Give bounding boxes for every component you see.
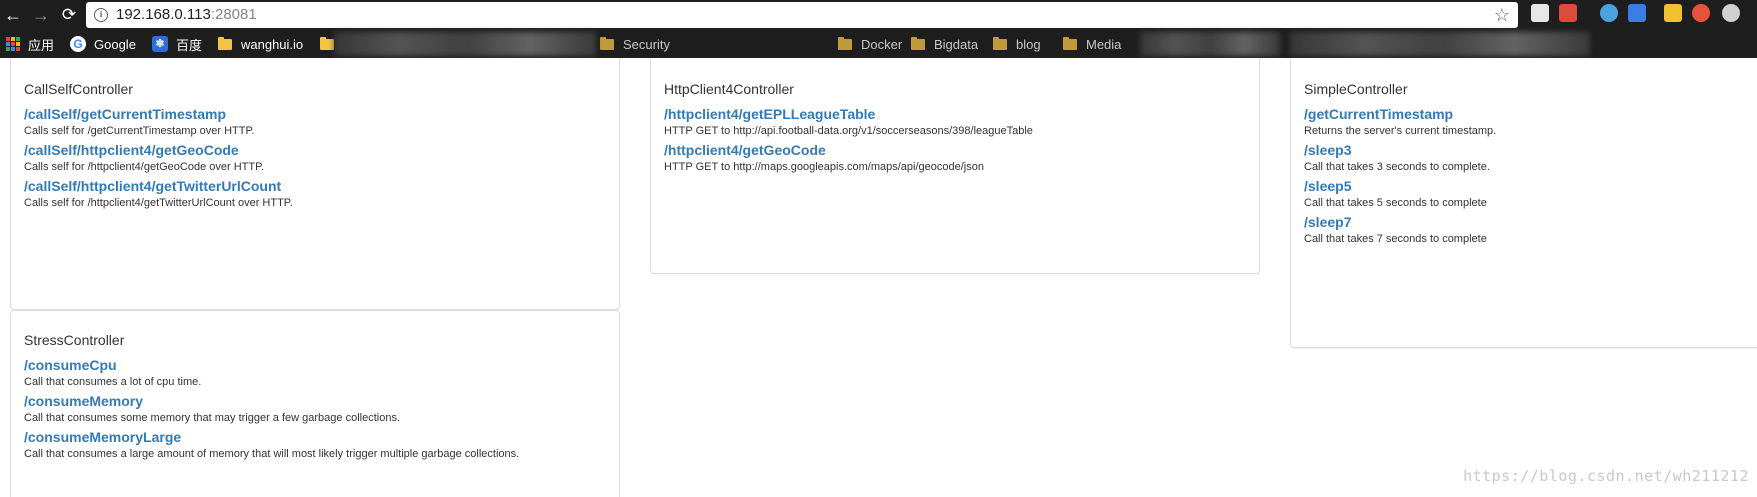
- endpoint-description: HTTP GET to http://api.football-data.org…: [664, 125, 1033, 137]
- redacted-bookmarks: [1290, 32, 1590, 56]
- folder-icon: [993, 36, 1007, 50]
- endpoint-description: Call that takes 5 seconds to complete: [1304, 197, 1487, 209]
- info-icon[interactable]: i: [94, 8, 108, 22]
- bookmark-google[interactable]: G Google: [70, 35, 136, 53]
- endpoint-list: /consumeCpu Call that consumes a lot of …: [24, 357, 519, 465]
- endpoint-description: Call that consumes some memory that may …: [24, 412, 400, 424]
- bookmark-bigdata[interactable]: Bigdata: [911, 35, 978, 53]
- endpoint-description: Call that consumes a large amount of mem…: [24, 448, 520, 460]
- endpoint-link[interactable]: /callSelf/httpclient4/getGeoCode: [24, 142, 293, 159]
- endpoint-link[interactable]: /consumeCpu: [24, 357, 519, 374]
- endpoint-description: HTTP GET to http://maps.googleapis.com/m…: [664, 161, 984, 173]
- endpoint-link[interactable]: /consumeMemoryLarge: [24, 429, 519, 446]
- endpoint-link[interactable]: /callSelf/getCurrentTimestamp: [24, 106, 293, 123]
- browser-toolbar: ← → ⟳ i 192.168.0.113:28081 ☆: [0, 0, 1757, 30]
- endpoint-description: Call that takes 3 seconds to complete.: [1304, 161, 1490, 173]
- bookmark-label: Media: [1086, 36, 1122, 52]
- endpoint-link[interactable]: /getCurrentTimestamp: [1304, 106, 1496, 123]
- apps-icon: [6, 37, 20, 51]
- infinity-icon[interactable]: [1692, 4, 1710, 22]
- folder-icon: [911, 36, 925, 50]
- bookmark-label: wanghui.io: [241, 36, 304, 52]
- address-bar[interactable]: i 192.168.0.113:28081 ☆: [86, 2, 1518, 28]
- endpoint-description: Call that consumes a lot of cpu time.: [24, 376, 202, 388]
- forward-arrow-icon[interactable]: →: [30, 3, 52, 27]
- url-port: :28081: [210, 6, 257, 23]
- endpoint-link[interactable]: /callSelf/httpclient4/getTwitterUrlCount: [24, 178, 293, 195]
- redacted-bookmarks: [334, 32, 596, 56]
- bookmark-apps[interactable]: 应用: [6, 35, 54, 53]
- todoist-icon[interactable]: [1559, 4, 1577, 22]
- panel-title: HttpClient4Controller: [664, 81, 794, 97]
- bookmark-label: 应用: [28, 37, 55, 53]
- bookmark-label: blog: [1016, 36, 1041, 52]
- endpoint-link[interactable]: /sleep7: [1304, 214, 1496, 231]
- bookmark-label: 百度: [176, 37, 203, 53]
- folder-icon: [1063, 36, 1077, 50]
- endpoint-link[interactable]: /sleep5: [1304, 178, 1496, 195]
- panel-title: StressController: [24, 332, 125, 348]
- endpoint-description: Returns the server's current timestamp.: [1304, 125, 1497, 137]
- bookmark-docker[interactable]: Docker: [838, 35, 902, 53]
- bookmark-baidu[interactable]: ✽ 百度: [152, 35, 202, 53]
- baidu-icon: ✽: [152, 36, 168, 52]
- endpoint-link[interactable]: /httpclient4/getEPLLeagueTable: [664, 106, 1033, 123]
- panel-stress-controller: StressController /consumeCpu Call that c…: [10, 310, 620, 497]
- back-arrow-icon[interactable]: ←: [2, 3, 24, 27]
- url-text: 192.168.0.113:28081: [116, 6, 257, 24]
- google-icon: G: [70, 36, 86, 52]
- panel-callself-controller: CallSelfController /callSelf/getCurrentT…: [10, 58, 620, 310]
- redacted-bookmarks: [1140, 32, 1280, 56]
- endpoint-list: /httpclient4/getEPLLeagueTable HTTP GET …: [664, 106, 1033, 178]
- panel-title: CallSelfController: [24, 81, 133, 97]
- notes-icon[interactable]: [1664, 4, 1682, 22]
- folder-icon: [218, 36, 232, 50]
- endpoint-link[interactable]: /httpclient4/getGeoCode: [664, 142, 1033, 159]
- watermark: https://blog.csdn.net/wh211212: [1463, 467, 1749, 485]
- endpoint-list: /getCurrentTimestamp Returns the server'…: [1304, 106, 1496, 250]
- bird-icon[interactable]: [1600, 4, 1618, 22]
- folder-icon: [320, 36, 334, 50]
- endpoint-description: Call that takes 7 seconds to complete: [1304, 233, 1487, 245]
- bookmark-blog[interactable]: blog: [993, 35, 1041, 53]
- bookmark-wanghui[interactable]: wanghui.io: [218, 35, 303, 53]
- translate-icon[interactable]: [1628, 4, 1646, 22]
- panel-title: SimpleController: [1304, 81, 1408, 97]
- bookmark-security[interactable]: Security: [600, 35, 670, 53]
- endpoint-description: Calls self for /getCurrentTimestamp over…: [24, 125, 255, 137]
- bookmark-label: Google: [94, 36, 136, 52]
- endpoint-link[interactable]: /sleep3: [1304, 142, 1496, 159]
- url-host: 192.168.0.113: [116, 6, 211, 23]
- reload-icon[interactable]: ⟳: [58, 3, 80, 27]
- bookmark-label: Bigdata: [934, 36, 979, 52]
- endpoint-description: Calls self for /httpclient4/getGeoCode o…: [24, 161, 265, 173]
- panel-simple-controller: SimpleController /getCurrentTimestamp Re…: [1290, 58, 1757, 348]
- endpoint-description: Calls self for /httpclient4/getTwitterUr…: [24, 197, 293, 209]
- endpoint-list: /callSelf/getCurrentTimestamp Calls self…: [24, 106, 293, 214]
- person-icon[interactable]: [1722, 4, 1740, 22]
- bookmark-label: Docker: [861, 36, 903, 52]
- bookmark-star-icon[interactable]: ☆: [1494, 4, 1510, 26]
- panel-httpclient4-controller: HttpClient4Controller /httpclient4/getEP…: [650, 58, 1260, 274]
- endpoint-link[interactable]: /consumeMemory: [24, 393, 519, 410]
- chat-icon[interactable]: [1531, 4, 1549, 22]
- bookmark-label: Security: [623, 36, 670, 52]
- folder-icon: [838, 36, 852, 50]
- bookmark-media[interactable]: Media: [1063, 35, 1121, 53]
- page-content: CallSelfController /callSelf/getCurrentT…: [0, 58, 1757, 497]
- folder-icon: [600, 36, 614, 50]
